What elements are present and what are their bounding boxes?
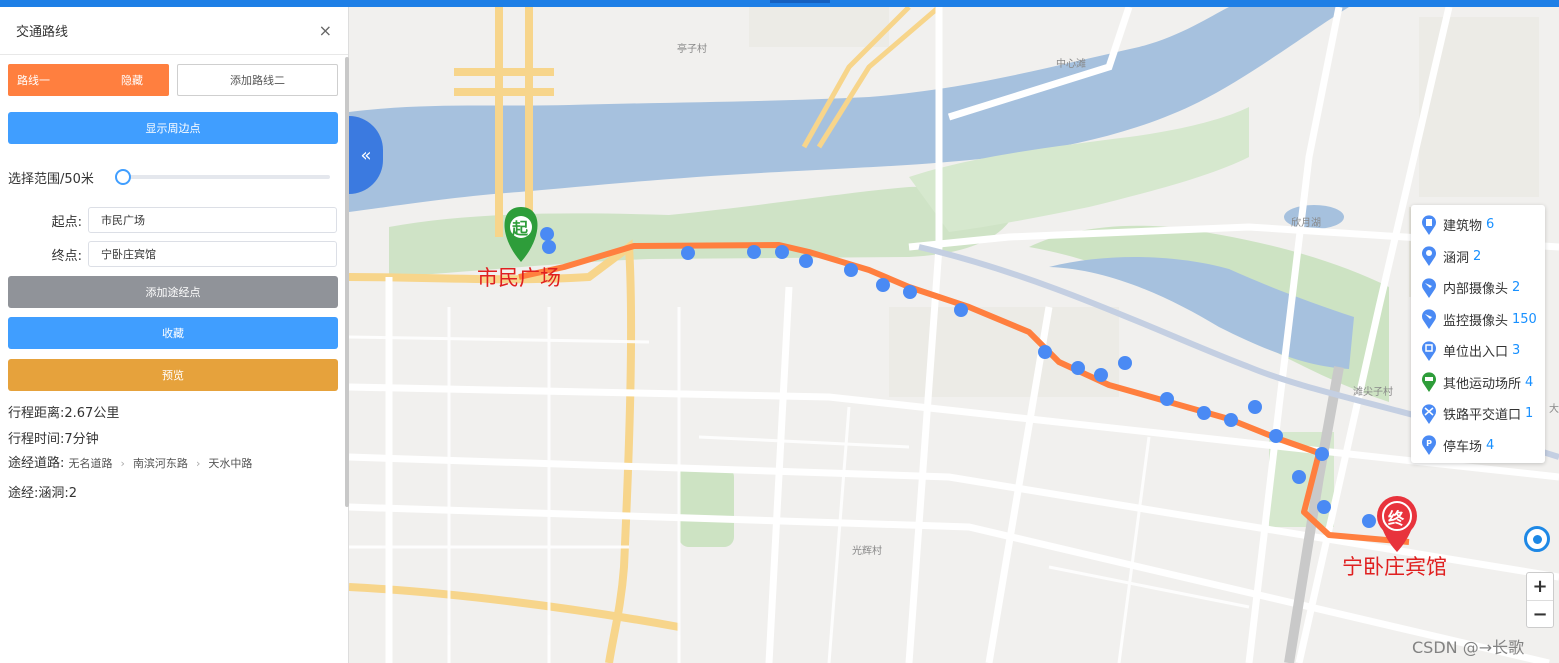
end-row: 终点: 宁卧庄宾馆	[8, 241, 338, 267]
preview-button[interactable]: 预览	[8, 359, 338, 391]
watermark: CSDN @→长歌	[1412, 638, 1525, 657]
railway-crossing-icon	[1422, 404, 1436, 424]
top-bar-indicator	[770, 0, 830, 3]
top-bar	[0, 0, 1559, 7]
place-label: 中心滩	[1056, 59, 1086, 70]
sports-icon	[1422, 372, 1436, 393]
range-label: 选择范围/50米	[8, 171, 94, 187]
add-waypoint-button[interactable]: 添加途经点	[8, 276, 338, 308]
start-row: 起点: 市民广场	[8, 207, 338, 233]
show-around-button[interactable]: 显示周边点	[8, 112, 338, 144]
place-label: 大	[1549, 404, 1559, 415]
zoom-in-button[interactable]: +	[1527, 573, 1553, 600]
route-panel: 交通路线 × 路线一 隐藏 添加路线二 显示周边点 选择范围/50米 起点: 市…	[0, 7, 349, 663]
legend-count: 2	[1512, 280, 1521, 296]
road-yellow	[349, 583, 680, 631]
legend-item-sports[interactable]: 其他运动场所 4	[1411, 367, 1545, 399]
road-item: 南滨河东路	[132, 457, 188, 470]
park-small	[679, 467, 734, 547]
legend-label: 涵洞	[1443, 250, 1470, 266]
tab-route-one[interactable]: 路线一 隐藏	[8, 64, 169, 96]
locate-icon	[1532, 534, 1542, 544]
legend-item-railway-crossing[interactable]: 铁路平交道口 1	[1411, 398, 1545, 430]
legend-count: 1	[1525, 406, 1534, 422]
roads-label: 途经道路:	[8, 456, 65, 471]
legend-label: 铁路平交道口	[1443, 408, 1522, 424]
via-text: 途经:涵洞:2	[8, 486, 78, 501]
place-label: 光辉村	[852, 546, 882, 557]
legend-label: 内部摄像头	[1443, 282, 1509, 298]
legend-label: 单位出入口	[1443, 345, 1509, 361]
legend-item-entrance[interactable]: 单位出入口 3	[1411, 335, 1545, 367]
entrance-icon	[1422, 341, 1436, 361]
road-item: 无名道路	[68, 457, 113, 470]
locate-button[interactable]	[1524, 526, 1550, 552]
panel-title: 交通路线	[16, 25, 69, 40]
start-label: 起点:	[51, 214, 82, 230]
poi-legend: 建筑物 6 涵洞 2 内部摄像头 2 监控摄像头 150 单位出入口 3 其他运动场所 4 …	[1411, 205, 1545, 463]
hide-route-button[interactable]: 隐藏	[121, 72, 143, 88]
road-item: 天水中路	[208, 457, 253, 470]
end-marker-glyph: 终	[1388, 509, 1405, 528]
range-slider-thumb[interactable]	[115, 169, 131, 185]
range-row: 选择范围/50米	[8, 167, 338, 187]
roads-list: 无名道路 › 南滨河东路 › 天水中路	[69, 455, 253, 471]
legend-count: 150	[1512, 311, 1537, 327]
chevron-right-icon: ›	[195, 456, 201, 470]
end-label: 终点:	[51, 248, 82, 264]
panel-header: 交通路线 ×	[0, 7, 348, 55]
start-input[interactable]: 市民广场	[88, 207, 337, 233]
legend-label: 其他运动场所	[1443, 376, 1522, 392]
legend-label: 监控摄像头	[1443, 313, 1509, 329]
end-place-name: 宁卧庄宾馆	[1342, 555, 1447, 579]
start-marker-glyph: 起	[512, 219, 529, 238]
camera-icon	[1422, 278, 1436, 298]
legend-label: 建筑物	[1443, 219, 1483, 235]
chevron-right-icon: ›	[120, 456, 125, 470]
close-icon[interactable]: ×	[319, 22, 332, 39]
legend-label: 停车场	[1443, 439, 1483, 455]
place-label: 欣月湖	[1291, 218, 1321, 229]
route-tabs: 路线一 隐藏 添加路线二	[8, 64, 338, 96]
zoom-control: + −	[1526, 572, 1554, 628]
place-label: 亭子村	[677, 44, 707, 55]
legend-count: 4	[1525, 374, 1534, 390]
start-place-name: 市民广场	[477, 266, 561, 290]
favorite-button[interactable]: 收藏	[8, 317, 338, 349]
end-input[interactable]: 宁卧庄宾馆	[88, 241, 337, 267]
legend-count: 6	[1486, 217, 1495, 233]
legend-item-culvert[interactable]: 涵洞 2	[1411, 241, 1545, 273]
culvert-icon	[1422, 246, 1436, 267]
zoom-out-button[interactable]: −	[1527, 600, 1553, 627]
building-icon	[1422, 215, 1436, 235]
roads-row: 途经道路: 无名道路 › 南滨河东路 › 天水中路	[8, 452, 252, 471]
legend-item-monitor-camera[interactable]: 监控摄像头 150	[1411, 304, 1545, 336]
legend-item-building[interactable]: 建筑物 6	[1411, 209, 1545, 241]
range-slider[interactable]	[115, 169, 330, 185]
svg-text:P: P	[1426, 439, 1432, 448]
legend-item-parking[interactable]: P 停车场 4	[1411, 430, 1545, 462]
parking-icon: P	[1422, 435, 1436, 456]
place-label: 滩尖子村	[1353, 387, 1393, 398]
tab-route-one-label: 路线一	[17, 74, 50, 87]
block	[749, 7, 889, 47]
camera-icon	[1422, 309, 1436, 330]
legend-count: 4	[1486, 437, 1495, 453]
double-chevron-left-icon: «	[360, 144, 372, 166]
legend-count: 3	[1512, 343, 1521, 359]
distance-text: 行程距离:2.67公里	[8, 406, 120, 421]
legend-item-internal-camera[interactable]: 内部摄像头 2	[1411, 272, 1545, 304]
time-text: 行程时间:7分钟	[8, 432, 99, 447]
legend-count: 2	[1473, 248, 1482, 264]
add-route-two-button[interactable]: 添加路线二	[177, 64, 338, 96]
